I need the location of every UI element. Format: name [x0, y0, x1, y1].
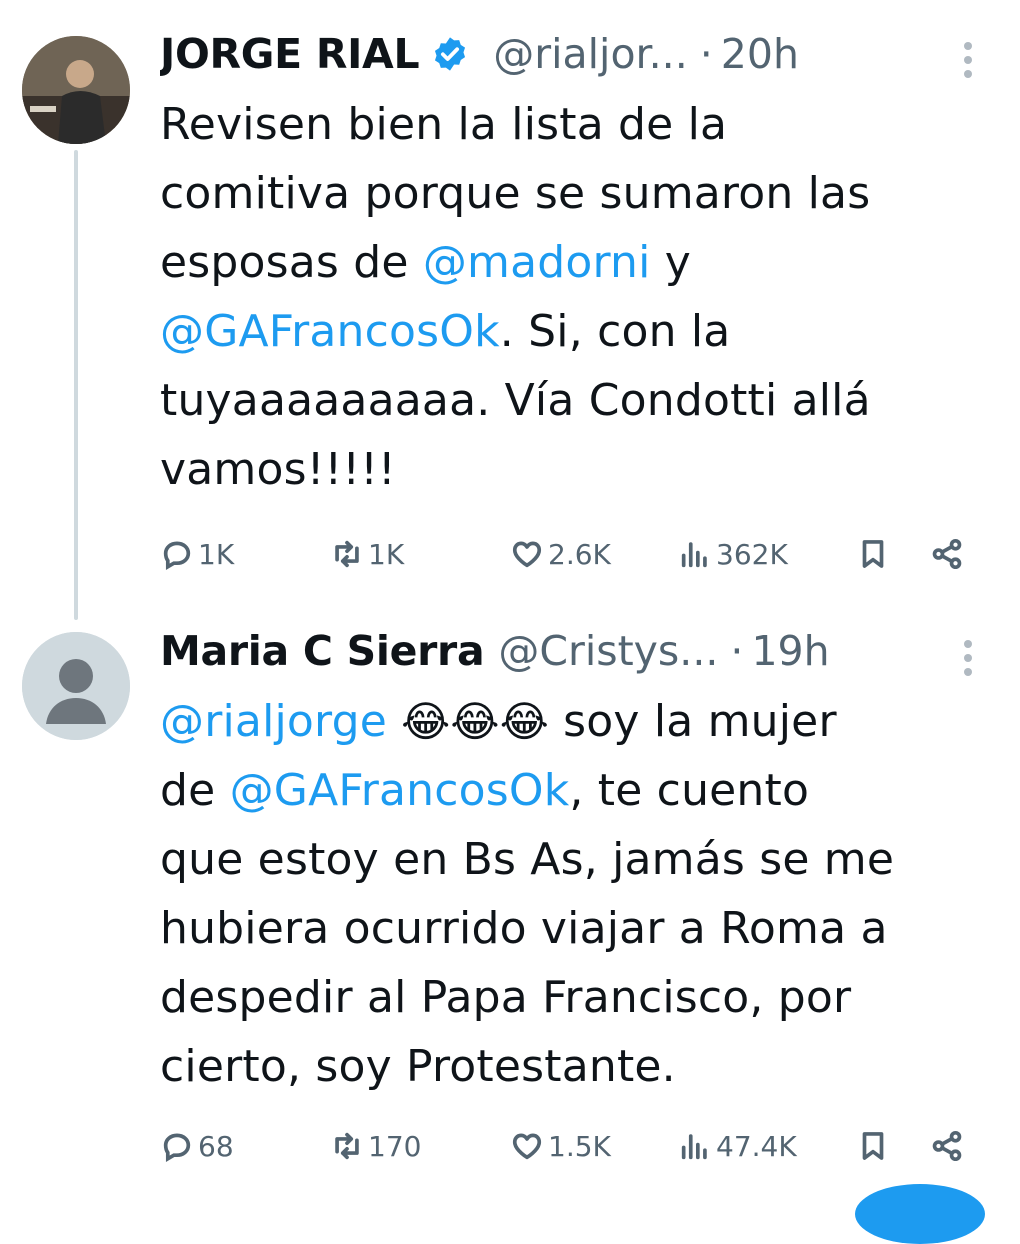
views-button[interactable]: 47.4K: [678, 1121, 797, 1171]
reply-icon: [163, 541, 191, 570]
repost-button[interactable]: 170: [330, 1121, 421, 1171]
text-line: vamos!!!!!: [160, 435, 980, 504]
more-options-icon[interactable]: [960, 42, 976, 78]
text-span: esposas de: [160, 237, 423, 288]
profile-photo: [22, 36, 130, 144]
thread-connector: [74, 150, 78, 620]
reply-count: 1K: [198, 537, 235, 571]
text-span: [387, 696, 401, 747]
compose-button[interactable]: [855, 1184, 985, 1244]
text-span: hubiera ocurrido viajar a Roma a: [160, 903, 888, 954]
text-line: @GAFrancosOk. Si, con la: [160, 297, 980, 366]
share-icon: [932, 538, 962, 570]
share-button[interactable]: [930, 529, 964, 579]
user-handle[interactable]: @rialjor...: [493, 28, 687, 80]
separator-dot: ·: [730, 627, 744, 675]
like-button[interactable]: 1.5K: [510, 1121, 611, 1171]
view-count: 362K: [716, 537, 788, 571]
text-line: de @GAFrancosOk, te cuento: [160, 756, 980, 825]
like-button[interactable]: 2.6K: [510, 529, 611, 579]
verified-badge-icon: [435, 37, 466, 71]
text-line: cierto, soy Protestante.: [160, 1032, 980, 1101]
display-name[interactable]: Maria C Sierra: [160, 625, 485, 677]
text-span: y: [650, 237, 691, 288]
timestamp[interactable]: 20h: [721, 28, 799, 80]
repost-icon: [335, 1132, 359, 1160]
share-button[interactable]: [930, 1121, 964, 1171]
text-span: de: [160, 765, 230, 816]
avatar[interactable]: [22, 36, 130, 144]
laughing-emoji-icon: 😂😂😂: [401, 697, 549, 746]
more-options-icon[interactable]: [960, 640, 976, 676]
text-span: despedir al Papa Francisco, por: [160, 972, 852, 1023]
tweet-header: Maria C Sierra @Cristys... · 19h: [160, 625, 960, 677]
text-span: vamos!!!!!: [160, 444, 396, 495]
tweet-jorge-rial[interactable]: JORGE RIAL @rialjor... · 20h Revisen bie…: [0, 0, 1020, 620]
repost-count: 1K: [368, 537, 405, 571]
reply-button[interactable]: 68: [160, 1121, 234, 1171]
user-handle[interactable]: @Cristys...: [498, 625, 718, 677]
text-span: , te cuento: [569, 765, 810, 816]
reply-icon: [163, 1133, 191, 1162]
views-icon: [681, 1134, 707, 1160]
text-span: . Si, con la: [499, 306, 731, 357]
action-bar: 1K 1K 2.6K 362K: [160, 529, 980, 579]
repost-button[interactable]: 1K: [330, 529, 404, 579]
avatar[interactable]: [22, 632, 130, 740]
text-span: que estoy en Bs As, jamás se me: [160, 834, 895, 885]
action-bar: 68 170 1.5K 47.4K: [160, 1121, 980, 1171]
text-line: despedir al Papa Francisco, por: [160, 963, 980, 1032]
display-name[interactable]: JORGE RIAL: [160, 28, 420, 80]
tweet-maria-c-sierra[interactable]: Maria C Sierra @Cristys... · 19h @rialjo…: [0, 610, 1020, 1200]
repost-icon: [335, 540, 359, 568]
view-count: 47.4K: [716, 1129, 797, 1163]
text-line: esposas de @madorni y: [160, 228, 980, 297]
text-span: cierto, soy Protestante.: [160, 1041, 676, 1092]
timestamp[interactable]: 19h: [751, 625, 829, 677]
text-span: tuyaaaaaaaaa. Vía Condotti allá: [160, 375, 871, 426]
mention-link[interactable]: @rialjorge: [160, 696, 387, 747]
text-line: Revisen bien la lista de la: [160, 90, 980, 159]
text-line: que estoy en Bs As, jamás se me: [160, 825, 980, 894]
text-span: soy la mujer: [548, 696, 837, 747]
text-line: hubiera ocurrido viajar a Roma a: [160, 894, 980, 963]
bookmark-icon: [862, 540, 884, 568]
heart-icon: [512, 541, 542, 568]
text-span: Revisen bien la lista de la: [160, 99, 728, 150]
views-button[interactable]: 362K: [678, 529, 788, 579]
bookmark-icon: [862, 1132, 884, 1160]
default-avatar-icon: [22, 632, 130, 740]
text-line: comitiva porque se sumaron las: [160, 159, 980, 228]
heart-icon: [512, 1133, 542, 1160]
repost-count: 170: [368, 1129, 422, 1163]
text-span: comitiva porque se sumaron las: [160, 168, 871, 219]
like-count: 1.5K: [548, 1129, 611, 1163]
mention-link[interactable]: @GAFrancosOk: [230, 765, 570, 816]
bookmark-button[interactable]: [856, 1121, 890, 1171]
text-line: @rialjorge 😂😂😂 soy la mujer: [160, 687, 980, 756]
tweet-header: JORGE RIAL @rialjor... · 20h: [160, 28, 960, 80]
text-line: tuyaaaaaaaaa. Vía Condotti allá: [160, 366, 980, 435]
bookmark-button[interactable]: [856, 529, 890, 579]
tweet-text: Revisen bien la lista de la comitiva por…: [160, 90, 980, 504]
views-icon: [681, 542, 707, 568]
separator-dot: ·: [699, 30, 713, 78]
like-count: 2.6K: [548, 537, 611, 571]
share-icon: [932, 1130, 962, 1162]
mention-link[interactable]: @GAFrancosOk: [160, 306, 500, 357]
tweet-text: @rialjorge 😂😂😂 soy la mujer de @GAFranco…: [160, 687, 980, 1101]
reply-button[interactable]: 1K: [160, 529, 234, 579]
mention-link[interactable]: @madorni: [423, 237, 651, 288]
reply-count: 68: [198, 1129, 234, 1163]
